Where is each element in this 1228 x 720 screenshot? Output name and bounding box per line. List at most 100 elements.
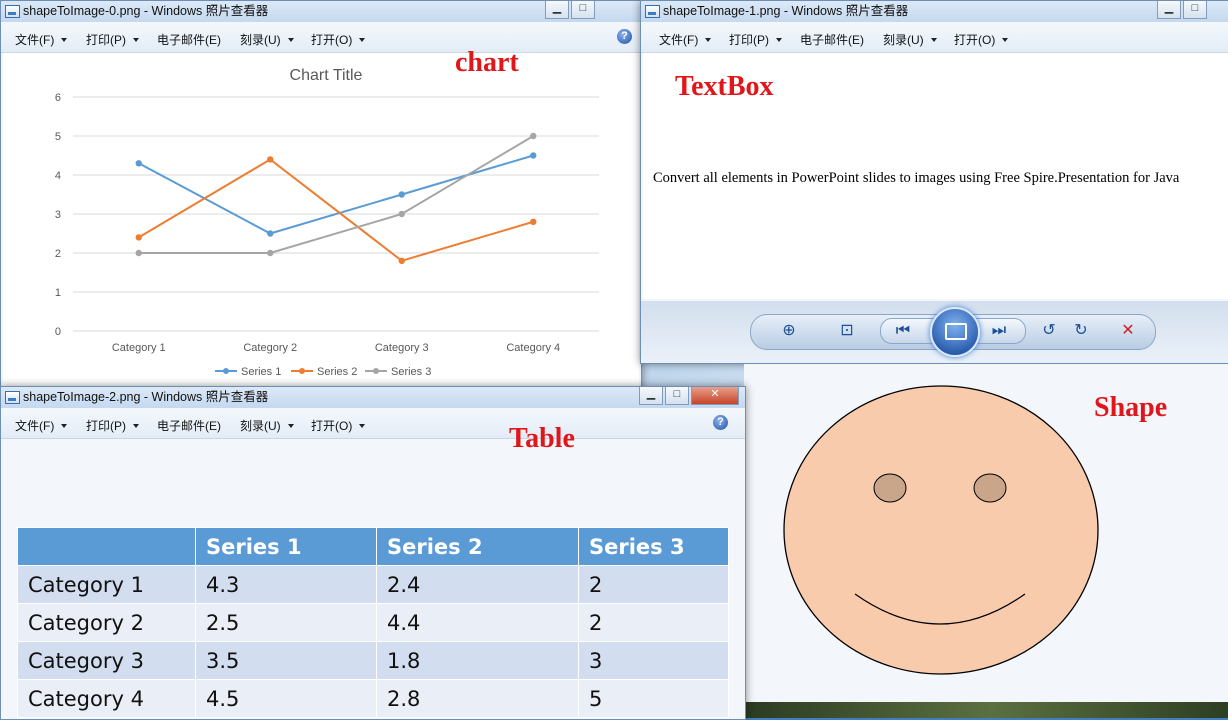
image-label-table: Table bbox=[509, 423, 575, 454]
x-tick-label: Category 3 bbox=[375, 342, 429, 354]
menu-email[interactable]: 电子邮件(E) bbox=[800, 31, 864, 48]
table-header-cell: Series 2 bbox=[376, 527, 579, 566]
face-circle bbox=[783, 385, 1099, 675]
y-tick-label: 0 bbox=[55, 326, 61, 338]
viewer-window-table[interactable]: shapeToImage-2.png - Windows 照片查看器 ▁ □ ✕… bbox=[0, 386, 746, 720]
minimize-button[interactable]: ▁ bbox=[639, 387, 663, 405]
help-icon[interactable]: ? bbox=[713, 415, 728, 430]
menu-print[interactable]: 打印(P) bbox=[86, 31, 139, 48]
menu-file[interactable]: 文件(F) bbox=[659, 31, 712, 48]
rotate-left-icon[interactable]: ↺ bbox=[1038, 320, 1060, 342]
menu-file[interactable]: 文件(F) bbox=[15, 417, 68, 434]
maximize-button[interactable]: □ bbox=[1183, 1, 1207, 19]
table-cell: 5 bbox=[578, 679, 729, 718]
window-titlebar[interactable]: shapeToImage-1.png - Windows 照片查看器 ▁ □ bbox=[641, 1, 1228, 22]
viewer-window-textbox[interactable]: shapeToImage-1.png - Windows 照片查看器 ▁ □ 文… bbox=[640, 0, 1228, 364]
data-point bbox=[135, 249, 142, 257]
table-cell: Category 2 bbox=[17, 603, 196, 642]
help-icon[interactable]: ? bbox=[617, 29, 632, 44]
textbox-text: Convert all elements in PowerPoint slide… bbox=[653, 170, 1180, 186]
menu-bar: 文件(F) 打印(P) 电子邮件(E) 刻录(U) 打开(O) ? bbox=[1, 22, 641, 53]
photo-viewer-icon bbox=[5, 391, 20, 404]
chevron-down-icon bbox=[61, 38, 68, 42]
table-cell: 3 bbox=[578, 641, 729, 680]
window-titlebar[interactable]: shapeToImage-2.png - Windows 照片查看器 ▁ □ ✕ bbox=[1, 387, 745, 408]
left-eye bbox=[873, 473, 907, 503]
viewer-window-chart[interactable]: shapeToImage-0.png - Windows 照片查看器 ▁ □ 文… bbox=[0, 0, 642, 390]
data-point bbox=[530, 132, 537, 140]
chevron-down-icon bbox=[359, 424, 366, 428]
rotate-right-icon[interactable]: ↻ bbox=[1070, 320, 1092, 342]
table-row: Category 2 2.5 4.4 2 bbox=[17, 603, 729, 642]
legend-label: Series 3 bbox=[391, 366, 431, 378]
fit-window-icon[interactable]: ⊡ bbox=[836, 320, 858, 342]
menu-open[interactable]: 打开(O) bbox=[311, 417, 366, 434]
table-header-cell bbox=[17, 527, 196, 566]
table-cell: 4.3 bbox=[195, 565, 377, 604]
menu-print[interactable]: 打印(P) bbox=[729, 31, 782, 48]
legend-marker bbox=[299, 368, 305, 374]
maximize-button[interactable]: □ bbox=[571, 1, 595, 19]
chart-title: Chart Title bbox=[290, 67, 363, 84]
chevron-down-icon bbox=[930, 38, 937, 42]
delete-icon[interactable]: ✕ bbox=[1117, 320, 1139, 342]
menu-email[interactable]: 电子邮件(E) bbox=[157, 417, 221, 434]
data-point bbox=[267, 156, 274, 163]
photo-viewer-icon bbox=[5, 5, 20, 18]
y-tick-label: 6 bbox=[55, 92, 61, 104]
window-titlebar[interactable]: shapeToImage-0.png - Windows 照片查看器 ▁ □ bbox=[1, 1, 641, 22]
menu-open[interactable]: 打开(O) bbox=[311, 31, 366, 48]
y-tick-label: 1 bbox=[55, 287, 61, 299]
table-cell: 2 bbox=[578, 565, 729, 604]
table-header-row: Series 1 Series 2 Series 3 bbox=[17, 527, 729, 566]
y-tick-label: 2 bbox=[55, 248, 61, 260]
table-row: Category 1 4.3 2.4 2 bbox=[17, 565, 729, 604]
menu-burn[interactable]: 刻录(U) bbox=[240, 31, 294, 48]
previous-icon[interactable]: ⏮ bbox=[892, 320, 914, 342]
image-area: TextBox Convert all elements in PowerPoi… bbox=[643, 53, 1228, 299]
menu-burn[interactable]: 刻录(U) bbox=[240, 417, 294, 434]
data-point bbox=[267, 230, 274, 237]
minimize-button[interactable]: ▁ bbox=[1157, 1, 1181, 19]
chevron-down-icon bbox=[287, 38, 294, 42]
chevron-down-icon bbox=[133, 424, 139, 428]
table-cell: Category 3 bbox=[17, 641, 196, 680]
menu-print[interactable]: 打印(P) bbox=[86, 417, 139, 434]
legend-marker bbox=[373, 368, 379, 374]
data-point bbox=[398, 210, 405, 218]
data-point bbox=[135, 160, 142, 167]
window-title: shapeToImage-2.png - Windows 照片查看器 bbox=[23, 390, 269, 404]
chevron-down-icon bbox=[61, 424, 68, 428]
image-label-textbox: TextBox bbox=[675, 71, 774, 102]
line-chart: Chart Title 0 1 2 3 4 5 6 Category 1 Category 2 Ca… bbox=[55, 67, 599, 378]
zoom-icon[interactable]: ⊕ bbox=[778, 320, 800, 342]
next-icon[interactable]: ⏭ bbox=[988, 320, 1010, 342]
chevron-down-icon bbox=[776, 38, 782, 42]
menu-open[interactable]: 打开(O) bbox=[954, 31, 1009, 48]
x-tick-label: Category 4 bbox=[506, 342, 560, 354]
table-cell: Category 1 bbox=[17, 565, 196, 604]
minimize-button[interactable]: ▁ bbox=[545, 1, 569, 19]
y-tick-label: 5 bbox=[55, 131, 61, 143]
table-cell: Category 4 bbox=[17, 679, 196, 718]
data-point bbox=[398, 191, 405, 198]
image-area: Table Series 1 Series 2 Series 3 Categor… bbox=[3, 423, 743, 718]
table-cell: 4.5 bbox=[195, 679, 377, 718]
slideshow-button[interactable] bbox=[930, 307, 980, 357]
maximize-button[interactable]: □ bbox=[665, 387, 689, 405]
menu-bar: 文件(F) 打印(P) 电子邮件(E) 刻录(U) 打开(O) ? bbox=[1, 408, 745, 439]
menu-file[interactable]: 文件(F) bbox=[15, 31, 68, 48]
data-table: Series 1 Series 2 Series 3 Category 1 4.… bbox=[17, 527, 729, 718]
data-point bbox=[135, 234, 142, 241]
data-point bbox=[530, 152, 537, 159]
series-line bbox=[138, 154, 534, 235]
table-header-cell: Series 3 bbox=[578, 527, 729, 566]
menu-burn[interactable]: 刻录(U) bbox=[883, 31, 937, 48]
legend-label: Series 2 bbox=[317, 366, 357, 378]
window-title: shapeToImage-0.png - Windows 照片查看器 bbox=[23, 4, 269, 18]
table-cell: 4.4 bbox=[376, 603, 579, 642]
close-button[interactable]: ✕ bbox=[691, 387, 739, 405]
y-tick-label: 3 bbox=[55, 209, 61, 221]
menu-email[interactable]: 电子邮件(E) bbox=[157, 31, 221, 48]
data-point bbox=[398, 257, 405, 264]
